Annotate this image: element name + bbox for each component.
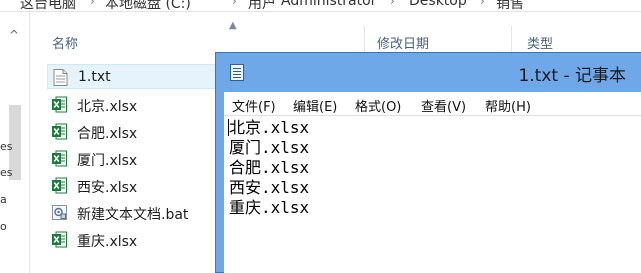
nav-item-fragment[interactable]: a bbox=[0, 193, 7, 206]
breadcrumb-separator-icon: › bbox=[266, 0, 271, 8]
file-row-1-txt[interactable]: 1.txt bbox=[47, 64, 222, 89]
file-name: 厦门.xlsx bbox=[77, 153, 138, 169]
text-editor-area[interactable]: 北京.xlsx 厦门.xlsx 合肥.xlsx 西安.xlsx 重庆.xlsx bbox=[224, 116, 641, 273]
editor-line: 北京.xlsx bbox=[229, 118, 310, 137]
editor-line: 厦门.xlsx bbox=[229, 138, 310, 157]
column-header-modified[interactable]: 修改日期 bbox=[377, 33, 429, 52]
menu-bar: 文件(F) 编辑(E) 格式(O) 查看(V) 帮助(H) bbox=[224, 92, 641, 116]
menu-format[interactable]: 格式(O) bbox=[355, 96, 401, 115]
editor-line: 西安.xlsx bbox=[229, 178, 310, 197]
breadcrumb-separator-icon: › bbox=[480, 0, 485, 8]
breadcrumb-users[interactable]: 用户 bbox=[248, 0, 276, 11]
column-divider[interactable] bbox=[364, 26, 365, 54]
nav-item-fragment[interactable]: es bbox=[0, 166, 13, 179]
menu-edit[interactable]: 编辑(E) bbox=[293, 96, 337, 115]
file-name: 北京.xlsx bbox=[77, 99, 138, 115]
chevron-up-icon[interactable]: ^ bbox=[9, 28, 19, 42]
file-name: 新建文本文档.bat bbox=[77, 207, 189, 223]
column-header-name[interactable]: 名称 bbox=[52, 33, 78, 52]
batch-file-icon bbox=[52, 205, 67, 220]
breadcrumb-desktop[interactable]: Desktop bbox=[409, 0, 467, 9]
file-row-xiamen[interactable]: 厦门.xlsx bbox=[47, 146, 217, 171]
breadcrumb-this-pc[interactable]: 这台电脑 bbox=[20, 0, 76, 11]
window-title: 1.txt - 记事本 bbox=[518, 66, 626, 86]
file-row-new-bat[interactable]: 新建文本文档.bat bbox=[47, 200, 217, 225]
file-row-chongqing[interactable]: 重庆.xlsx bbox=[47, 227, 217, 252]
file-name: 1.txt bbox=[78, 69, 111, 85]
file-name: 重庆.xlsx bbox=[77, 234, 138, 250]
excel-file-icon bbox=[52, 231, 67, 248]
column-header-type[interactable]: 类型 bbox=[527, 33, 553, 52]
file-name: 西安.xlsx bbox=[77, 180, 138, 196]
breadcrumb-separator-icon: › bbox=[232, 0, 237, 8]
breadcrumb-administrator[interactable]: Administrator bbox=[281, 0, 376, 9]
navigation-pane[interactable]: ^ es es a o bbox=[0, 12, 30, 273]
menu-help[interactable]: 帮助(H) bbox=[485, 96, 531, 115]
notepad-window[interactable]: 1.txt - 记事本 文件(F) 编辑(E) 格式(O) 查看(V) 帮助(H… bbox=[215, 52, 641, 273]
excel-file-icon bbox=[52, 96, 67, 113]
breadcrumb-sales[interactable]: 销售 bbox=[496, 0, 524, 11]
notepad-app-icon[interactable] bbox=[230, 64, 244, 81]
file-row-hefei[interactable]: 合肥.xlsx bbox=[47, 119, 217, 144]
notepad-titlebar[interactable]: 1.txt - 记事本 bbox=[216, 53, 641, 92]
sort-ascending-icon: ▲ bbox=[229, 20, 237, 31]
nav-item-fragment[interactable]: es bbox=[0, 140, 13, 153]
excel-file-icon bbox=[52, 150, 67, 167]
editor-line: 重庆.xlsx bbox=[229, 198, 310, 217]
excel-file-icon bbox=[52, 123, 67, 140]
breadcrumb-separator-icon: › bbox=[390, 0, 395, 8]
nav-item-fragment[interactable]: o bbox=[0, 220, 7, 233]
editor-line: 合肥.xlsx bbox=[229, 158, 310, 177]
column-divider[interactable] bbox=[511, 26, 512, 54]
breadcrumb-separator-icon: › bbox=[90, 0, 95, 8]
excel-file-icon bbox=[52, 177, 67, 194]
address-breadcrumb[interactable]: 这台电脑 › 本地磁盘 (C:) › 用户 › Administrator › … bbox=[0, 0, 641, 12]
menu-view[interactable]: 查看(V) bbox=[421, 96, 466, 115]
file-row-beijing[interactable]: 北京.xlsx bbox=[47, 92, 217, 117]
file-row-xian[interactable]: 西安.xlsx bbox=[47, 173, 217, 198]
menu-file[interactable]: 文件(F) bbox=[232, 96, 276, 115]
breadcrumb-local-disk[interactable]: 本地磁盘 (C:) bbox=[105, 0, 191, 11]
file-name: 合肥.xlsx bbox=[77, 126, 138, 142]
text-file-icon bbox=[53, 69, 68, 86]
